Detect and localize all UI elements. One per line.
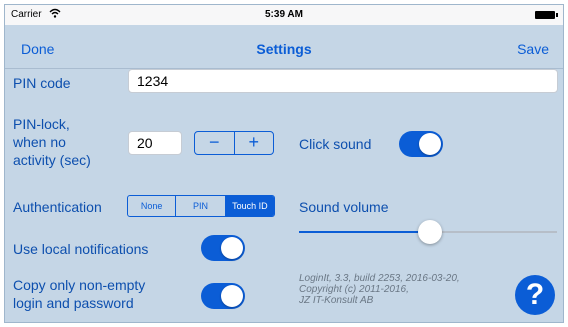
volume-slider-thumb[interactable] — [418, 220, 442, 244]
toggle-knob — [221, 237, 243, 259]
page-title: Settings — [256, 41, 312, 57]
about-line: JZ IT-Konsult AB — [299, 295, 374, 306]
auth-option-none[interactable]: None — [128, 196, 175, 216]
about-line: LoginIt, 3.3, build 2253, 2016-03-20, — [299, 273, 460, 284]
pin-lock-label-line: when no — [13, 134, 66, 150]
pin-lock-label-line: PIN-lock, — [13, 116, 70, 132]
auth-option-pin[interactable]: PIN — [175, 196, 224, 216]
copy-nonempty-label: Copy only non-empty login and password — [13, 276, 145, 312]
authentication-segmented-control: None PIN Touch ID — [127, 195, 275, 217]
local-notifications-label: Use local notifications — [13, 241, 149, 257]
increment-button[interactable]: + — [233, 132, 274, 154]
toggle-knob — [221, 285, 243, 307]
copy-nonempty-label-line: login and password — [13, 295, 134, 311]
pin-code-field[interactable]: 1234 — [128, 69, 558, 93]
battery-icon — [535, 11, 558, 19]
local-notifications-toggle[interactable] — [201, 235, 245, 261]
volume-slider-track — [429, 231, 557, 233]
about-line: Copyright (c) 2011-2016, — [299, 284, 409, 295]
pin-lock-label: PIN-lock, when no activity (sec) — [13, 115, 91, 169]
help-icon[interactable]: ? — [515, 275, 555, 315]
pin-code-label: PIN code — [13, 75, 71, 91]
about-text: LoginIt, 3.3, build 2253, 2016-03-20, Co… — [299, 273, 460, 306]
decrement-button[interactable]: − — [195, 132, 234, 154]
pin-lock-stepper: − + — [194, 131, 274, 155]
sound-volume-label: Sound volume — [299, 199, 389, 215]
authentication-label: Authentication — [13, 199, 102, 215]
copy-nonempty-toggle[interactable] — [201, 283, 245, 309]
pin-lock-label-line: activity (sec) — [13, 152, 91, 168]
click-sound-toggle[interactable] — [399, 131, 443, 157]
copy-nonempty-label-line: Copy only non-empty — [13, 277, 146, 293]
volume-slider-fill — [299, 231, 429, 233]
status-bar: Carrier 5:39 AM — [5, 5, 563, 25]
pin-lock-seconds-field[interactable]: 20 — [128, 131, 182, 155]
status-time: 5:39 AM — [265, 9, 303, 20]
toggle-knob — [419, 133, 441, 155]
click-sound-label: Click sound — [299, 136, 372, 152]
settings-screen: Carrier 5:39 AM Done Settings Save PIN c… — [4, 4, 564, 323]
save-button[interactable]: Save — [517, 41, 549, 57]
auth-option-touch-id[interactable]: Touch ID — [224, 196, 274, 216]
navigation-bar: Done Settings Save — [5, 25, 563, 69]
